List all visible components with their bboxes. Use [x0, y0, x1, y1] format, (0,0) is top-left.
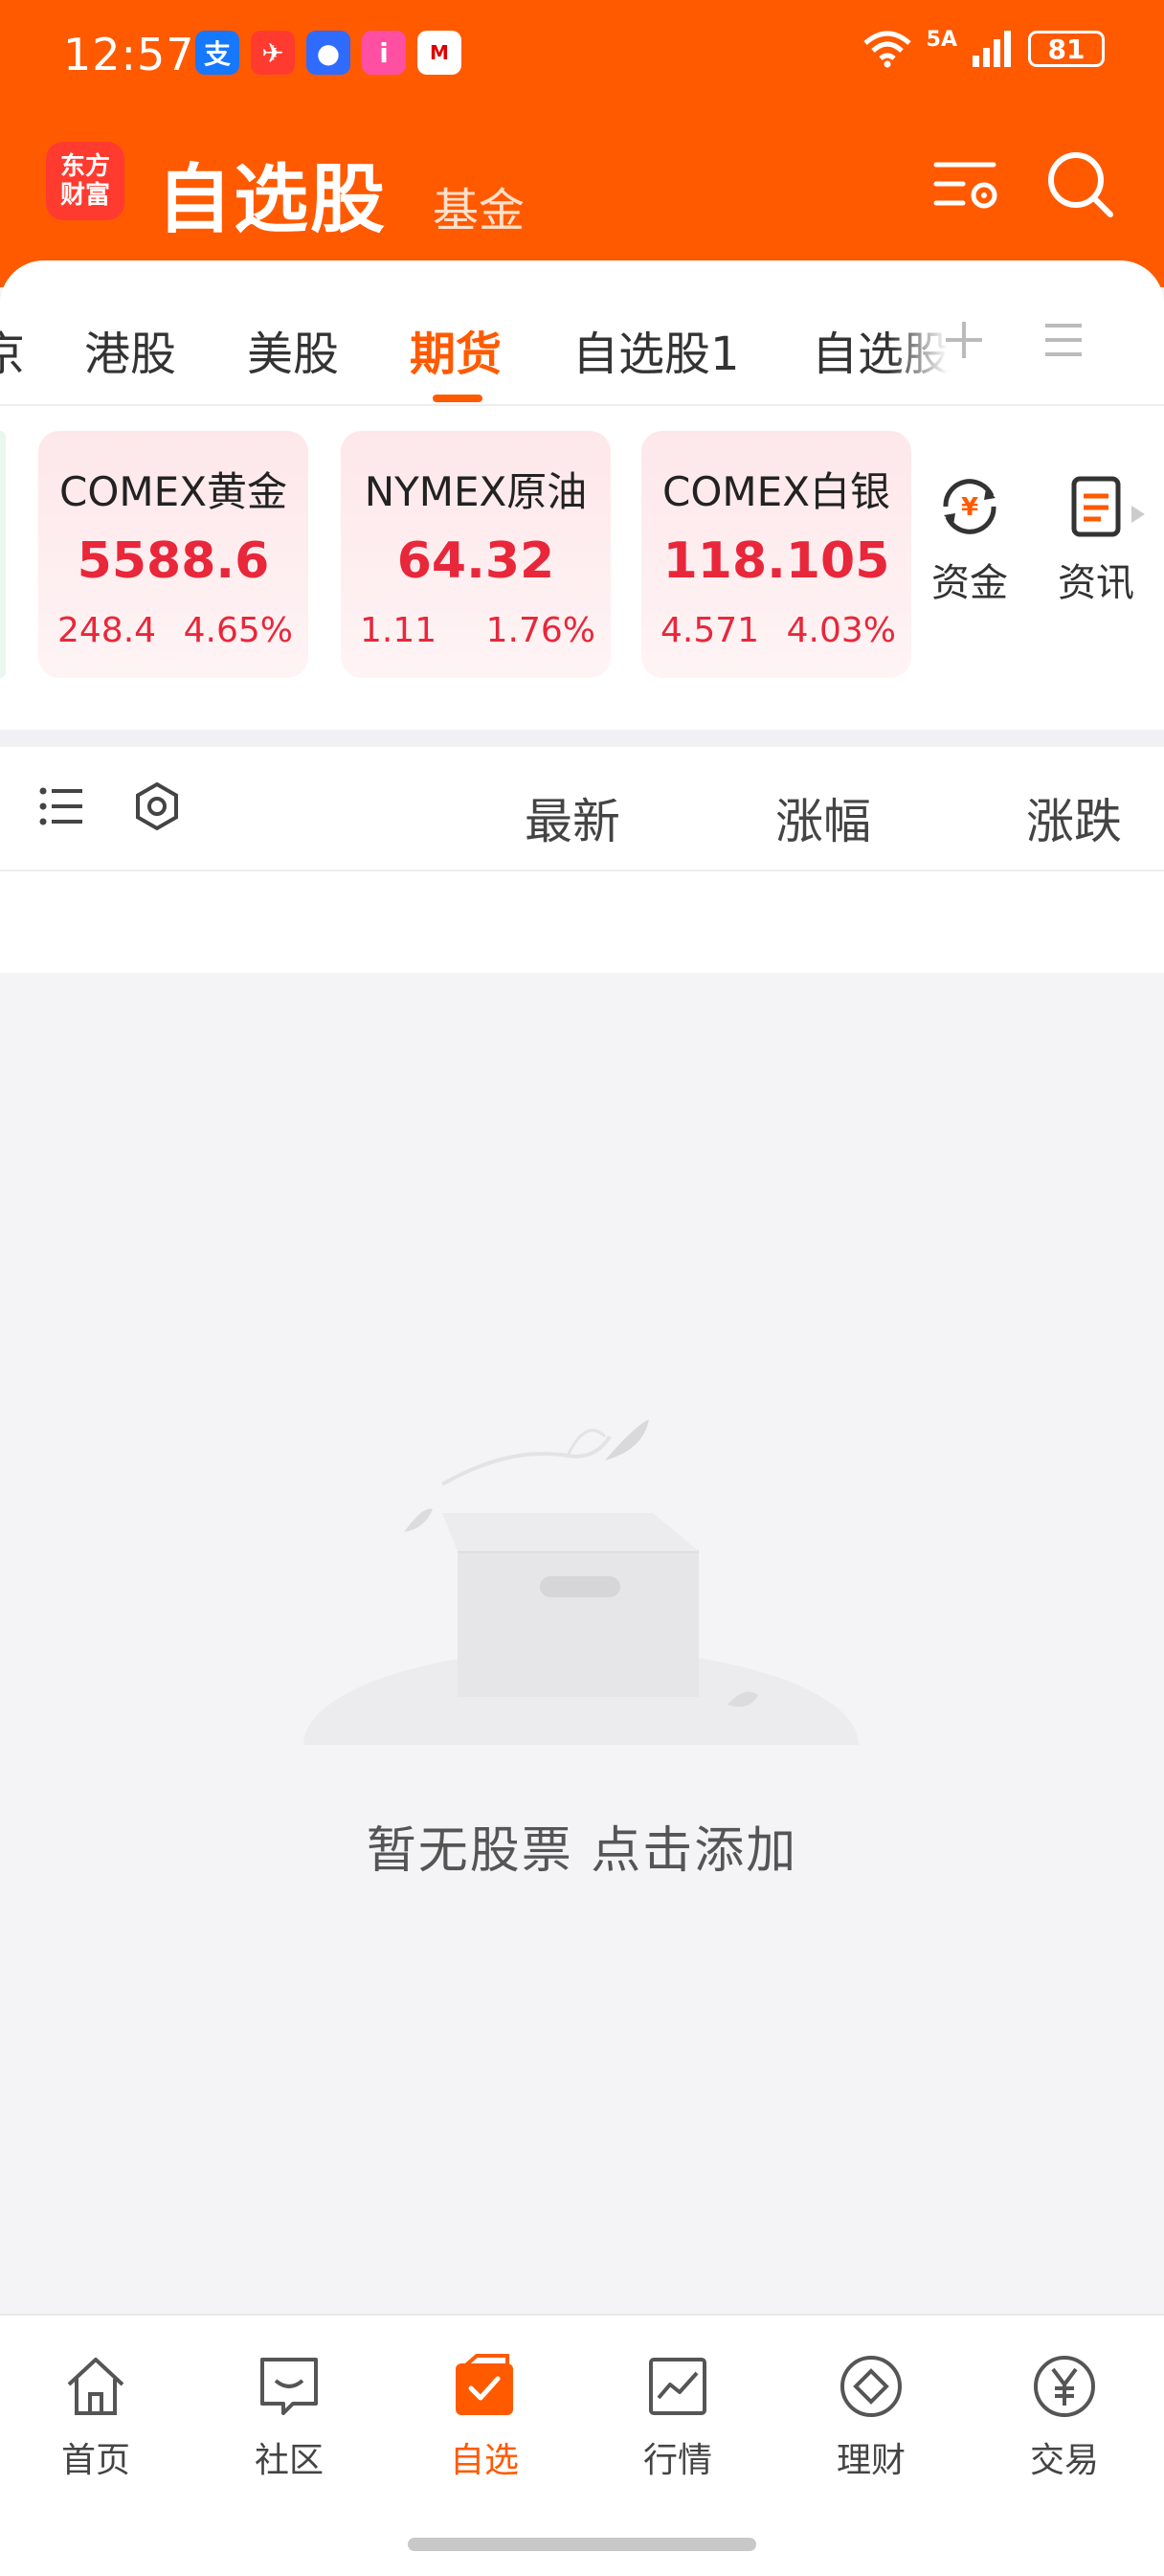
quote-percent: 1.76% — [485, 611, 595, 650]
empty-state-message[interactable]: 暂无股票 点击添加 — [0, 1810, 1164, 1882]
news-label: 资讯 — [1058, 561, 1134, 605]
quote-percent: 4.03% — [786, 611, 896, 650]
battery-indicator: 81 — [1028, 31, 1105, 67]
page-title[interactable]: 自选股 — [157, 140, 387, 247]
quote-percent: 4.65% — [183, 611, 293, 650]
funds-icon: ¥ — [943, 479, 996, 534]
settings-hex-icon[interactable] — [132, 781, 182, 831]
tab-futures[interactable]: 期货 — [410, 316, 502, 383]
content-sheet: 京 港股 美股 期货 自选股1 自选股 COMEX黄金 5588.6 248.4… — [0, 260, 1164, 2315]
column-change-pct[interactable]: 涨幅 — [775, 783, 871, 852]
quote-change: 248.4 — [57, 611, 157, 650]
news-button[interactable]: 资讯 — [1043, 473, 1149, 607]
quote-card[interactable]: NYMEX原油 64.32 1.11 1.76% — [341, 431, 611, 678]
nav-trade-label: 交易 — [1029, 2441, 1099, 2480]
community-icon — [260, 2358, 318, 2415]
news-icon — [1071, 476, 1121, 537]
quote-name: COMEX白银 — [662, 468, 890, 515]
tab-us-stocks[interactable]: 美股 — [247, 316, 339, 383]
quote-cards-area: COMEX黄金 5588.6 248.4 4.65% NYMEX原油 64.32… — [0, 406, 1164, 973]
quote-name: NYMEX原油 — [364, 468, 588, 515]
column-header-bar: 最新 涨幅 涨跌 — [0, 730, 1164, 871]
list-view-icon[interactable] — [38, 785, 86, 827]
nav-home-label: 首页 — [60, 2441, 130, 2480]
app-icon: i — [362, 31, 406, 75]
nav-wealth-label: 理财 — [836, 2441, 906, 2480]
tab-beijing[interactable]: 京 — [0, 316, 25, 383]
nav-watchlist-label: 自选 — [449, 2441, 519, 2480]
quote-price: 64.32 — [396, 532, 555, 590]
empty-box-illustration[interactable] — [280, 1408, 883, 1772]
logo-line1: 东方 — [59, 152, 110, 181]
news-app-icon: M — [417, 31, 461, 75]
watchlist-icon — [456, 2354, 513, 2415]
svg-text:¥: ¥ — [961, 493, 978, 522]
funds-button[interactable]: ¥ 资金 — [917, 473, 1022, 607]
quote-card[interactable]: COMEX白银 118.105 4.571 4.03% — [641, 431, 911, 678]
column-change[interactable]: 涨跌 — [1026, 783, 1122, 852]
active-tab-indicator — [433, 395, 482, 402]
quote-price: 5588.6 — [77, 532, 270, 590]
column-latest[interactable]: 最新 — [525, 783, 620, 852]
signal-icon — [973, 31, 1011, 67]
battery-level: 81 — [1047, 33, 1086, 65]
category-tabs: 京 港股 美股 期货 自选股1 自选股 — [0, 260, 1164, 406]
quote-change: 4.571 — [660, 611, 760, 650]
bottom-navigation: 首页 社区 自选 行情 理财 交易 — [0, 2314, 1164, 2576]
app-header: 12:57 支 ✈ ● i M 5A 81 东方 财富 自选股 基金 — [0, 0, 1164, 287]
nav-watchlist[interactable]: 自选 — [417, 2350, 551, 2482]
quote-name: COMEX黄金 — [59, 468, 287, 515]
wealth-icon — [840, 2356, 902, 2417]
quote-price: 118.105 — [662, 532, 890, 590]
more-arrow-icon[interactable] — [1131, 506, 1145, 523]
settings-list-icon[interactable] — [929, 146, 1005, 222]
tab-menu-icon[interactable] — [1043, 320, 1084, 360]
nav-wealth[interactable]: 理财 — [804, 2350, 938, 2482]
fund-tab[interactable]: 基金 — [433, 172, 525, 239]
nav-market[interactable]: 行情 — [611, 2350, 745, 2482]
add-tab-icon[interactable] — [942, 318, 986, 362]
app-logo[interactable]: 东方 财富 — [46, 142, 124, 220]
funds-label: 资金 — [931, 561, 1008, 605]
previous-card-edge — [0, 431, 6, 678]
nav-trade[interactable]: 交易 — [997, 2350, 1131, 2482]
status-right: 5A 81 — [862, 27, 1105, 69]
market-chart-icon — [649, 2358, 706, 2415]
tab-watchlist-1[interactable]: 自选股1 — [572, 316, 740, 383]
chat-bubble-icon: ● — [306, 31, 350, 75]
quote-change: 1.11 — [360, 611, 437, 650]
network-label: 5A — [926, 27, 957, 52]
nav-community-label: 社区 — [254, 2441, 324, 2480]
wifi-icon — [863, 31, 911, 68]
search-icon[interactable] — [1041, 146, 1118, 222]
nav-market-label: 行情 — [642, 2441, 712, 2480]
tabs-fade — [890, 289, 948, 385]
nav-home[interactable]: 首页 — [29, 2350, 163, 2482]
quote-card[interactable]: COMEX黄金 5588.6 248.4 4.65% — [38, 431, 308, 678]
status-time: 12:57 — [63, 29, 195, 80]
alipay-icon: 支 — [195, 31, 239, 75]
tab-hk-stocks[interactable]: 港股 — [84, 316, 176, 383]
trade-yen-icon — [1034, 2356, 1095, 2417]
home-icon — [67, 2358, 124, 2415]
message-app-icon: ✈ — [251, 31, 295, 75]
home-indicator[interactable] — [408, 2538, 756, 2551]
logo-line2: 财富 — [59, 181, 110, 210]
nav-community[interactable]: 社区 — [222, 2350, 356, 2482]
